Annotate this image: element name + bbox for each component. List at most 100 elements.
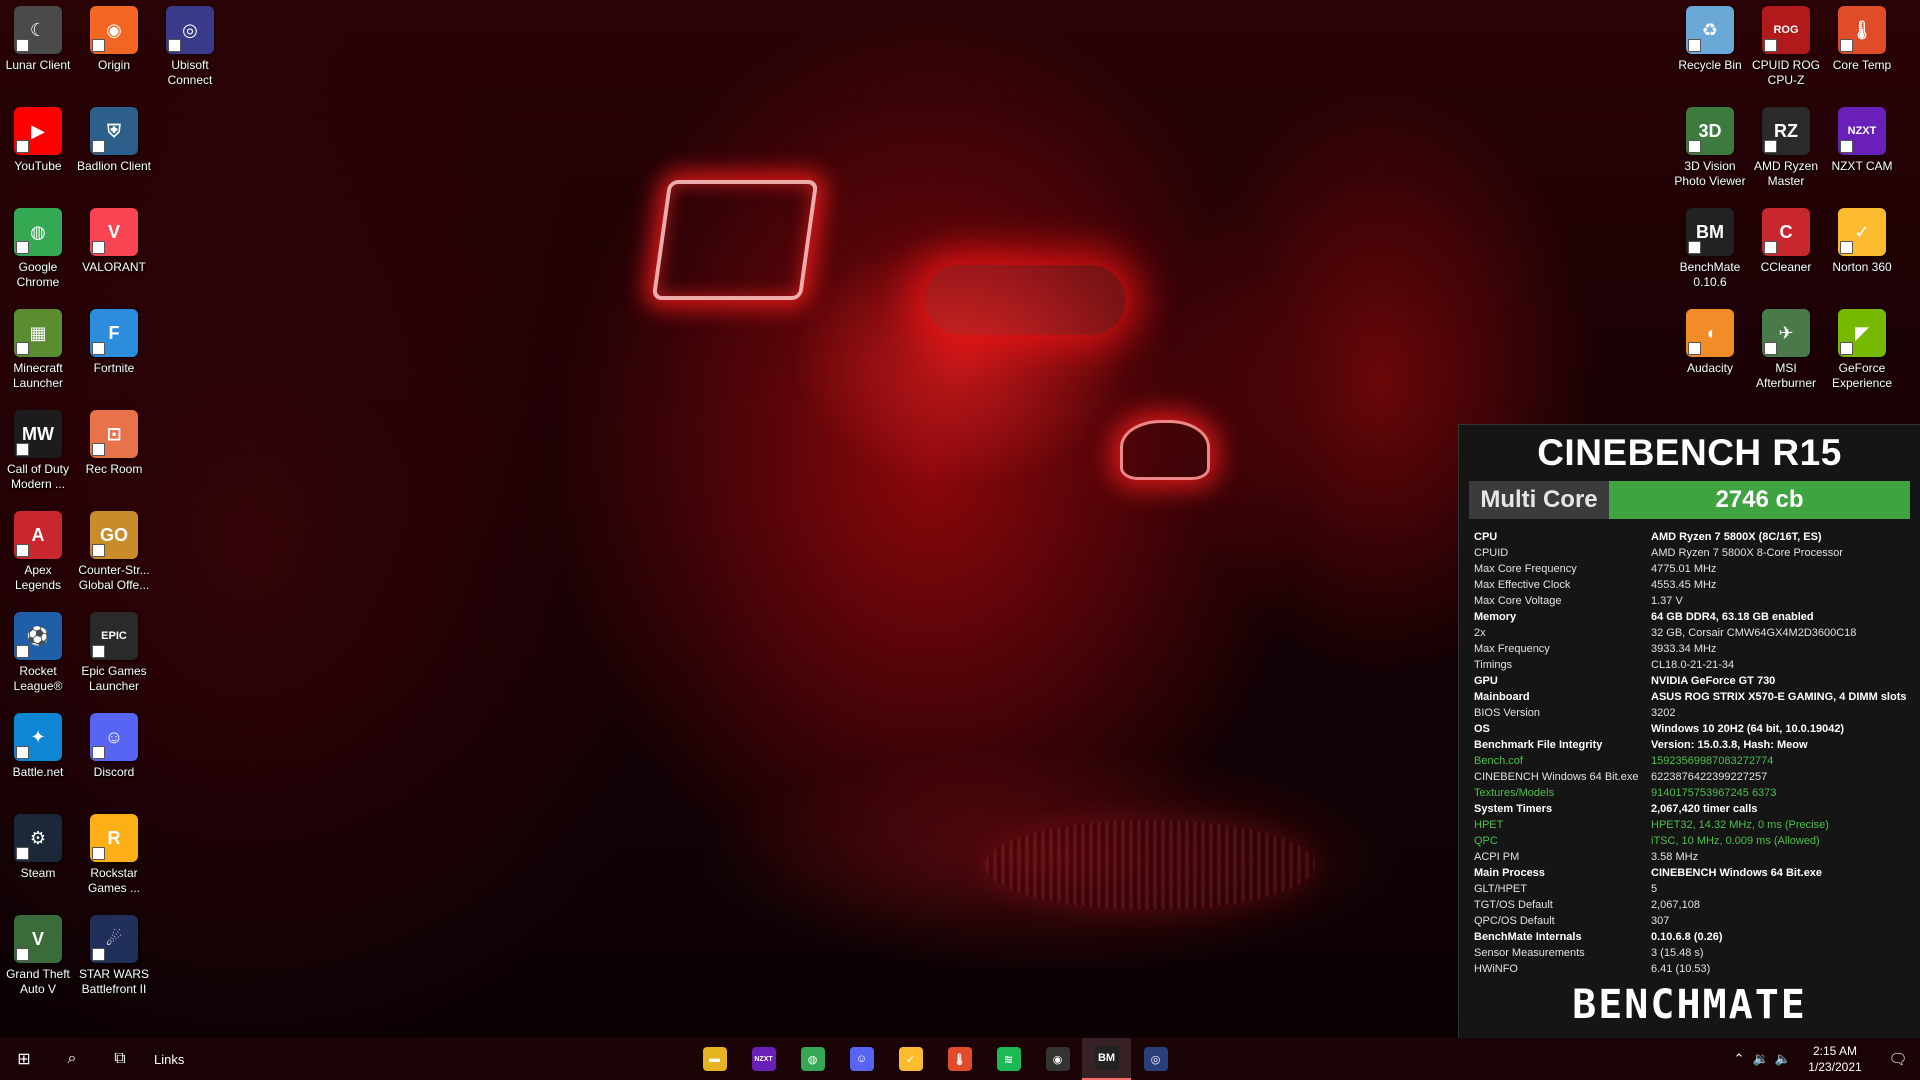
desktop-icon-norton-360[interactable]: ✓ Norton 360: [1824, 208, 1900, 275]
cinebench-icon: ◎: [1143, 1047, 1168, 1071]
desktop-icon-recycle-bin[interactable]: ♻ Recycle Bin: [1672, 6, 1748, 73]
desktop-icon-rocket-league[interactable]: ⚽ Rocket League®: [0, 612, 76, 694]
desktop-icon-rec-room[interactable]: ⊡ Rec Room: [76, 410, 152, 477]
task-view-button[interactable]: ⧉: [96, 1038, 144, 1080]
desktop-icon-ubisoft-connect[interactable]: ◎ Ubisoft Connect: [152, 6, 228, 88]
bench-row-value: 1.37 V: [1651, 595, 1683, 607]
desktop-icon-minecraft-launcher[interactable]: ▦ Minecraft Launcher: [0, 309, 76, 391]
desktop-icon-nzxt-cam[interactable]: NZXT NZXT CAM: [1824, 107, 1900, 174]
desktop-icon-fortnite[interactable]: F Fortnite: [76, 309, 152, 376]
desktop-icon-cpuid-rog-cpuz[interactable]: ROG CPUID ROG CPU-Z: [1748, 6, 1824, 88]
desktop-icon-label: Discord: [93, 765, 135, 779]
desktop-icon-origin[interactable]: ◉ Origin: [76, 6, 152, 73]
chevron-up-icon[interactable]: ⌃: [1728, 1051, 1750, 1067]
desktop-icon-msi-afterburner[interactable]: ✈ MSI Afterburner: [1748, 309, 1824, 391]
bench-row: Max Core Voltage 1.37 V: [1474, 593, 1920, 609]
obs-studio-icon: ◉: [1045, 1047, 1070, 1071]
bench-row: Main Process CINEBENCH Windows 64 Bit.exe: [1474, 865, 1920, 881]
bench-row-value: 4775.01 MHz: [1651, 563, 1717, 575]
google-chrome-icon: ◍: [800, 1047, 825, 1071]
rec-room-icon: ⊡: [90, 410, 138, 458]
bench-row-value: 6223876422399227257: [1651, 771, 1768, 783]
taskbar-app-file-explorer[interactable]: ▬: [690, 1038, 739, 1080]
desktop-icon-core-temp[interactable]: 🌡 Core Temp: [1824, 6, 1900, 73]
desktop-icon-amd-ryzen-master[interactable]: RZ AMD Ryzen Master: [1748, 107, 1824, 189]
desktop-icon-steam[interactable]: ⚙ Steam: [0, 814, 76, 881]
neon-butterfly: [1120, 420, 1210, 480]
links-toolbar[interactable]: Links: [154, 1052, 184, 1067]
desktop-icon-label: Epic Games Launcher: [81, 664, 147, 693]
desktop-icon-counter-strike[interactable]: GO Counter-Str... Global Offe...: [76, 511, 152, 593]
bench-row: GPU NVIDIA GeForce GT 730: [1474, 673, 1920, 689]
taskbar-app-discord[interactable]: ☺: [837, 1038, 886, 1080]
windows-icon: ⊞: [17, 1051, 31, 1068]
3d-vision-photo-viewer-icon: 3D: [1686, 107, 1734, 155]
desktop-icon-google-chrome[interactable]: ◍ Google Chrome: [0, 208, 76, 290]
desktop-icon-label: Lunar Client: [5, 58, 71, 72]
bench-row-key: CINEBENCH Windows 64 Bit.exe: [1474, 771, 1639, 783]
grand-theft-auto-v-icon: V: [14, 915, 62, 963]
desktop-icon-benchmate[interactable]: BM BenchMate 0.10.6: [1672, 208, 1748, 290]
desktop-icon-label: VALORANT: [82, 260, 146, 274]
desktop-icon-label: Rockstar Games ...: [87, 866, 140, 895]
taskbar-app-core-temp[interactable]: 🌡: [935, 1038, 984, 1080]
bench-row-key: Memory: [1474, 611, 1517, 623]
norton-360-icon: ✓: [898, 1047, 923, 1071]
desktop-icon-apex-legends[interactable]: A Apex Legends: [0, 511, 76, 593]
bench-row-value: 3202: [1651, 707, 1676, 719]
taskbar-app-nzxt-cam[interactable]: NZXT: [739, 1038, 788, 1080]
taskbar-app-norton-360[interactable]: ✓: [886, 1038, 935, 1080]
desktop-icon-3d-vision-photo-viewer[interactable]: 3D 3D Vision Photo Viewer: [1672, 107, 1748, 189]
bench-row-key: BenchMate Internals: [1474, 931, 1582, 943]
speaker-secondary-icon[interactable]: 🔈: [1772, 1051, 1794, 1067]
desktop-icon-valorant[interactable]: V VALORANT: [76, 208, 152, 275]
desktop-icon-youtube[interactable]: ▶ YouTube: [0, 107, 76, 174]
ubisoft-connect-icon: ◎: [166, 6, 214, 54]
call-of-duty-icon: MW: [14, 410, 62, 458]
taskbar-app-spotify[interactable]: ≋: [984, 1038, 1033, 1080]
desktop-icon-grand-theft-auto-v[interactable]: V Grand Theft Auto V: [0, 915, 76, 997]
bench-row: 2x 32 GB, Corsair CMW64GX4M2D3600C18: [1474, 625, 1920, 641]
desktop-icon-lunar-client[interactable]: ☾ Lunar Client: [0, 6, 76, 73]
manhole-cover: [985, 820, 1315, 910]
desktop-icon-label: CPUID ROG CPU-Z: [1751, 58, 1820, 87]
minecraft-launcher-icon: ▦: [14, 309, 62, 357]
desktop-icon-ccleaner[interactable]: C CCleaner: [1748, 208, 1824, 275]
start-button[interactable]: ⊞: [0, 1038, 48, 1080]
desktop-icon-epic-games-launcher[interactable]: EPIC Epic Games Launcher: [76, 612, 152, 694]
bench-row-key: CPU: [1474, 531, 1498, 543]
nzxt-cam-icon: NZXT: [751, 1047, 776, 1071]
search-button[interactable]: ⌕: [48, 1038, 96, 1080]
bench-row-key: Max Frequency: [1474, 643, 1550, 655]
bench-row-key: CPUID: [1474, 547, 1509, 559]
bench-row: Mainboard ASUS ROG STRIX X570-E GAMING, 4…: [1474, 689, 1920, 705]
desktop-icon-label: Steam: [20, 866, 56, 880]
bench-row-value: 307: [1651, 915, 1670, 927]
desktop-icon-call-of-duty[interactable]: MW Call of Duty Modern ...: [0, 410, 76, 492]
rockstar-games-icon: R: [90, 814, 138, 862]
desktop-icon-audacity[interactable]: ◖ Audacity: [1672, 309, 1748, 376]
taskbar-app-obs-studio[interactable]: ◉: [1033, 1038, 1082, 1080]
bench-row-value: 6.41 (10.53): [1651, 963, 1711, 975]
bench-row-key: GLT/HPET: [1474, 883, 1527, 895]
bench-row-value: AMD Ryzen 7 5800X (8C/16T, ES): [1651, 531, 1822, 543]
taskbar-app-google-chrome[interactable]: ◍: [788, 1038, 837, 1080]
desktop-icon-star-wars-battlefront[interactable]: ☄ STAR WARS Battlefront II: [76, 915, 152, 997]
notification-icon[interactable]: 🗨: [1876, 1050, 1920, 1068]
bench-row-key: HPET: [1474, 819, 1504, 831]
desktop-icon-discord[interactable]: ☺ Discord: [76, 713, 152, 780]
bench-row-key: OS: [1474, 723, 1490, 735]
clock[interactable]: 2:15 AM 1/23/2021: [1794, 1043, 1876, 1075]
battle-net-icon: ✦: [14, 713, 62, 761]
taskbar-app-benchmate[interactable]: BM: [1082, 1038, 1131, 1080]
neon-sign-left: [651, 180, 819, 300]
bench-row-value: 15923569987083272774: [1651, 755, 1774, 767]
speaker-icon[interactable]: 🔉: [1750, 1051, 1772, 1067]
taskbar-app-cinebench[interactable]: ◎: [1131, 1038, 1180, 1080]
desktop-icon-geforce-experience[interactable]: ◤ GeForce Experience: [1824, 309, 1900, 391]
desktop-icon-badlion-client[interactable]: ⛨ Badlion Client: [76, 107, 152, 174]
benchmate-result-window[interactable]: CINEBENCH R15 Multi Core 2746 cb CPU AMD …: [1458, 424, 1920, 1038]
desktop-icon-battle-net[interactable]: ✦ Battle.net: [0, 713, 76, 780]
desktop-icon-rockstar-games[interactable]: R Rockstar Games ...: [76, 814, 152, 896]
desktop-icon-label: 3D Vision Photo Viewer: [1674, 159, 1746, 188]
